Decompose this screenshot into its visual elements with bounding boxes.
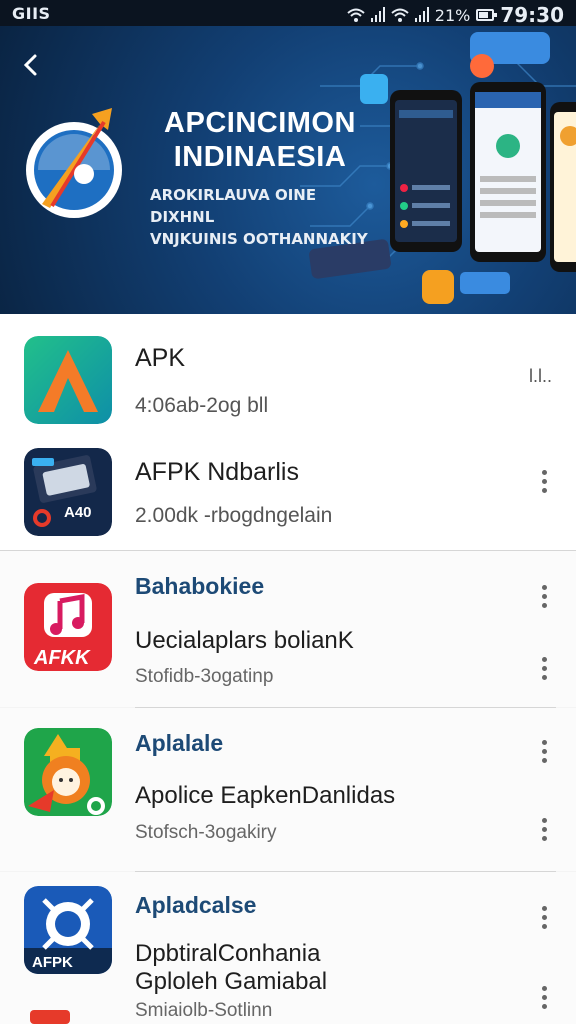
- app-name-line1: DpbtiralConhania: [135, 940, 321, 967]
- banner-subtitle-line2: VNJKUINIS OOTHANNAKIY: [150, 230, 368, 248]
- app-icon-text: A40: [64, 504, 92, 521]
- app-title: APK: [135, 344, 186, 372]
- partial-app-icon: [30, 1010, 70, 1024]
- banner-rocket-logo: [26, 108, 122, 218]
- category-label: Bahabokiee: [135, 573, 265, 599]
- clock: 79:30: [500, 3, 564, 27]
- app-meta: Stofidb-3ogatinp: [135, 666, 274, 687]
- list-item[interactable]: APK 4:06ab-2og bll l.l..: [0, 314, 576, 432]
- more-options-button[interactable]: [536, 906, 552, 934]
- carrier-label: GIIS: [12, 4, 51, 23]
- category-label: Aplalale: [135, 730, 224, 756]
- wifi-icon: [347, 8, 365, 22]
- app-icon-text: AFPK: [32, 954, 73, 971]
- mascot-app-icon: [24, 728, 112, 816]
- back-button[interactable]: [14, 48, 48, 82]
- list-item[interactable]: AFKK Bahabokiee Uecialaplars bolianK Sto…: [0, 551, 576, 707]
- list-item[interactable]: AFPK Apladcalse DpbtiralConhania Gploleh…: [0, 872, 576, 1024]
- app-title: AFPK Ndbarlis: [135, 458, 299, 486]
- app-icon-text: AFKK: [34, 647, 90, 669]
- signal-icon: [370, 7, 385, 22]
- more-options-button[interactable]: [536, 818, 552, 846]
- banner-title-line1: APCINCIMON: [164, 107, 356, 139]
- signal-icon-2: [414, 7, 429, 22]
- app-subtitle: 4:06ab-2og bll: [135, 394, 269, 417]
- app-subtitle: 2.00dk -rbogdngelain: [135, 504, 333, 527]
- app-meta: Smiaiolb-Sotlinn: [135, 1000, 273, 1021]
- app-name: Apolice EapkenDanlidas: [135, 782, 396, 809]
- battery-icon: [476, 9, 498, 21]
- battery-percent: 21%: [434, 5, 471, 25]
- app-name: Uecialaplars bolianK: [135, 627, 354, 654]
- more-options-button[interactable]: [536, 470, 552, 498]
- banner-title-line2: INDINAESIA: [173, 141, 347, 173]
- category-label: Apladcalse: [135, 892, 257, 918]
- list-item[interactable]: A40 AFPK Ndbarlis 2.00dk -rbogdngelain: [0, 432, 576, 550]
- app-list: APK 4:06ab-2og bll l.l.. A40 AFPK Ndbarl…: [0, 314, 576, 1024]
- app-meta: Stofsch-3ogakiry: [135, 822, 277, 843]
- more-options-button[interactable]: [536, 585, 552, 613]
- more-options-button[interactable]: [536, 740, 552, 768]
- hero-banner: APCINCIMON INDINAESIA AROKIRLAUVA OINE D…: [0, 26, 576, 314]
- banner-subtitle: AROKIRLAUVA OINE DIXHNL VNJKUINIS OOTHAN…: [150, 184, 375, 250]
- more-options-button[interactable]: [536, 986, 552, 1014]
- apk-app-icon: [24, 336, 112, 424]
- more-options-button[interactable]: [536, 657, 552, 685]
- app-name-line2: Gploleh Gamiabal: [135, 968, 328, 995]
- list-item[interactable]: Aplalale Apolice EapkenDanlidas Stofsch-…: [0, 708, 576, 871]
- app-side-label[interactable]: l.l..: [529, 366, 552, 387]
- status-bar: GIIS 21% 79:30: [0, 0, 576, 27]
- banner-title: APCINCIMON INDINAESIA: [150, 106, 370, 174]
- apk-downloader-icon: [24, 448, 112, 536]
- banner-subtitle-line1: AROKIRLAUVA OINE DIXHNL: [150, 186, 317, 226]
- wifi-icon-2: [391, 8, 409, 22]
